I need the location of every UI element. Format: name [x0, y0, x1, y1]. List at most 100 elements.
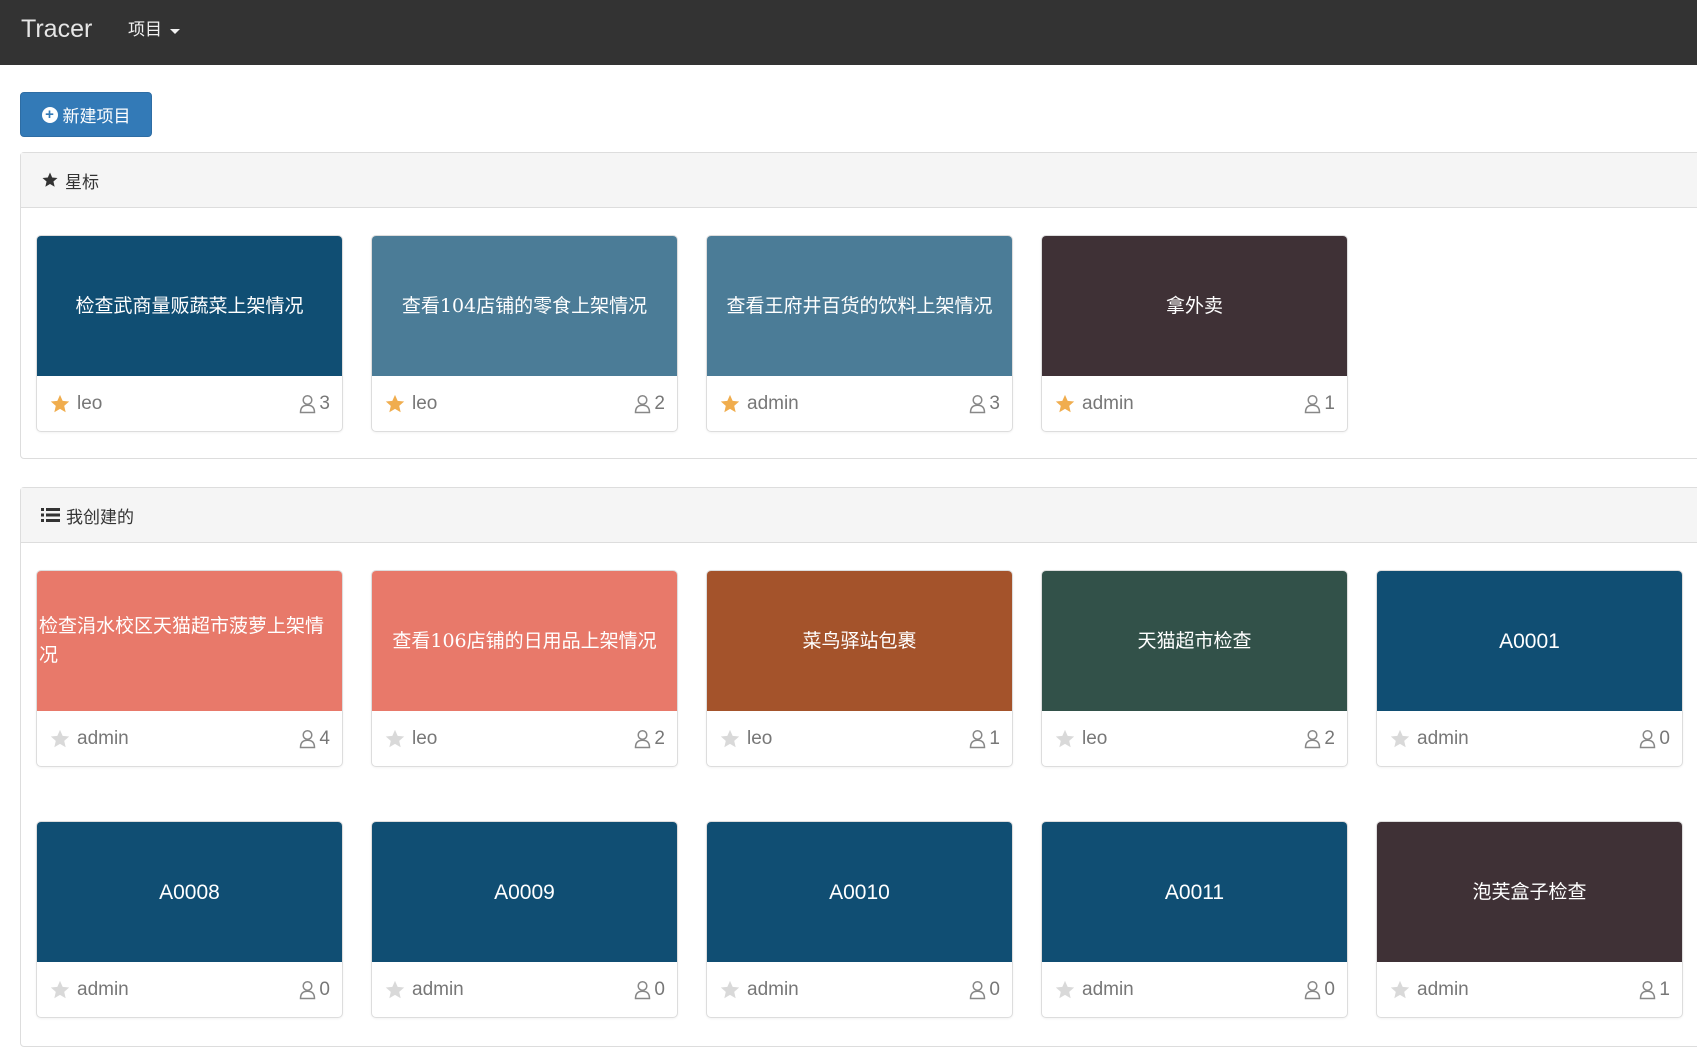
member-count: 0	[299, 979, 330, 1001]
project-owner: admin	[49, 979, 129, 1001]
project-title[interactable]: A0009	[372, 822, 677, 962]
star-icon[interactable]	[1054, 979, 1076, 1001]
star-icon[interactable]	[384, 393, 406, 415]
user-icon	[1639, 980, 1656, 1000]
project-title[interactable]: 查看王府井百货的饮料上架情况	[707, 236, 1012, 376]
project-card[interactable]: A0008 admin 0	[36, 821, 343, 1018]
member-count: 2	[1304, 728, 1335, 750]
member-count: 2	[634, 393, 665, 415]
project-title[interactable]: 菜鸟驿站包裹	[707, 571, 1012, 711]
project-card-footer: admin 4	[37, 711, 342, 766]
project-owner-name: admin	[77, 727, 129, 749]
project-owner-name: leo	[1082, 727, 1108, 749]
project-owner: leo	[384, 393, 437, 415]
project-card-footer: admin 3	[707, 376, 1012, 431]
member-count: 2	[634, 728, 665, 750]
project-title[interactable]: 天猫超市检查	[1042, 571, 1347, 711]
member-count: 4	[299, 728, 330, 750]
star-icon[interactable]	[384, 979, 406, 1001]
project-owner: admin	[1054, 393, 1134, 415]
member-count: 1	[1304, 393, 1335, 415]
star-icon[interactable]	[719, 979, 741, 1001]
project-owner: leo	[719, 728, 772, 750]
star-icon[interactable]	[49, 393, 71, 415]
project-card-footer: admin 0	[1042, 962, 1347, 1017]
project-title[interactable]: A0008	[37, 822, 342, 962]
project-card[interactable]: A0011 admin 0	[1041, 821, 1348, 1018]
caret-down-icon	[170, 28, 180, 34]
project-card[interactable]: A0010 admin 0	[706, 821, 1013, 1018]
member-count-value: 1	[1659, 978, 1670, 1000]
project-owner-name: admin	[412, 978, 464, 1000]
project-title[interactable]: A0001	[1377, 571, 1682, 711]
star-icon[interactable]	[1389, 728, 1411, 750]
project-card-footer: admin 0	[707, 962, 1012, 1017]
user-icon	[299, 394, 316, 414]
starred-panel: 星标 检查武商量贩蔬菜上架情况 leo 3 查看104店铺的零食上架情况 leo 2 查看王…	[20, 152, 1697, 459]
projects-dropdown[interactable]: 项目	[128, 17, 180, 43]
member-count: 3	[969, 393, 1000, 415]
project-card[interactable]: 检查武商量贩蔬菜上架情况 leo 3	[36, 235, 343, 432]
member-count: 0	[969, 979, 1000, 1001]
member-count-value: 2	[1324, 727, 1335, 749]
project-card[interactable]: 拿外卖 admin 1	[1041, 235, 1348, 432]
project-card[interactable]: 天猫超市检查 leo 2	[1041, 570, 1348, 767]
project-owner-name: admin	[1082, 392, 1134, 414]
project-card[interactable]: 查看王府井百货的饮料上架情况 admin 3	[706, 235, 1013, 432]
member-count-value: 2	[654, 727, 665, 749]
project-owner: admin	[719, 393, 799, 415]
project-title[interactable]: A0011	[1042, 822, 1347, 962]
project-card-footer: leo 3	[37, 376, 342, 431]
star-icon[interactable]	[1054, 728, 1076, 750]
project-owner: leo	[1054, 728, 1107, 750]
project-title[interactable]: 查看104店铺的零食上架情况	[372, 236, 677, 376]
user-icon	[969, 729, 986, 749]
user-icon	[634, 729, 651, 749]
member-count: 1	[969, 728, 1000, 750]
project-card[interactable]: 检查涓水校区天猫超市菠萝上架情况 admin 4	[36, 570, 343, 767]
star-icon[interactable]	[1389, 979, 1411, 1001]
user-icon	[1304, 729, 1321, 749]
project-owner-name: admin	[1417, 727, 1469, 749]
project-card[interactable]: 查看104店铺的零食上架情况 leo 2	[371, 235, 678, 432]
star-icon[interactable]	[49, 979, 71, 1001]
project-card[interactable]: 泡芙盒子检查 admin 1	[1376, 821, 1683, 1018]
user-icon	[1304, 394, 1321, 414]
star-icon[interactable]	[1054, 393, 1076, 415]
plus-circle-icon: +	[41, 106, 58, 123]
project-card[interactable]: A0001 admin 0	[1376, 570, 1683, 767]
project-owner-name: admin	[747, 978, 799, 1000]
project-card[interactable]: 查看106店铺的日用品上架情况 leo 2	[371, 570, 678, 767]
star-icon[interactable]	[719, 728, 741, 750]
project-title[interactable]: 检查武商量贩蔬菜上架情况	[37, 236, 342, 376]
star-icon[interactable]	[719, 393, 741, 415]
member-count: 0	[1304, 979, 1335, 1001]
project-title[interactable]: 拿外卖	[1042, 236, 1347, 376]
member-count-value: 0	[1659, 727, 1670, 749]
new-project-button[interactable]: + 新建项目	[20, 92, 152, 137]
brand-logo[interactable]: Tracer	[21, 14, 92, 44]
project-title[interactable]: 查看106店铺的日用品上架情况	[372, 571, 677, 711]
member-count: 3	[299, 393, 330, 415]
user-icon	[299, 729, 316, 749]
project-card-footer: leo 1	[707, 711, 1012, 766]
project-title[interactable]: 检查涓水校区天猫超市菠萝上架情况	[37, 571, 342, 711]
project-card-footer: admin 0	[372, 962, 677, 1017]
starred-panel-title: 星标	[65, 172, 99, 193]
star-icon[interactable]	[49, 728, 71, 750]
user-icon	[299, 980, 316, 1000]
member-count-value: 0	[319, 978, 330, 1000]
member-count: 0	[1639, 728, 1670, 750]
member-count-value: 0	[654, 978, 665, 1000]
star-icon[interactable]	[384, 728, 406, 750]
project-title[interactable]: 泡芙盒子检查	[1377, 822, 1682, 962]
member-count-value: 0	[1324, 978, 1335, 1000]
project-owner-name: admin	[1417, 978, 1469, 1000]
member-count-value: 0	[989, 978, 1000, 1000]
project-owner: admin	[1054, 979, 1134, 1001]
project-card[interactable]: 菜鸟驿站包裹 leo 1	[706, 570, 1013, 767]
project-card-footer: admin 1	[1377, 962, 1682, 1017]
project-owner-name: leo	[77, 392, 103, 414]
project-card[interactable]: A0009 admin 0	[371, 821, 678, 1018]
project-title[interactable]: A0010	[707, 822, 1012, 962]
